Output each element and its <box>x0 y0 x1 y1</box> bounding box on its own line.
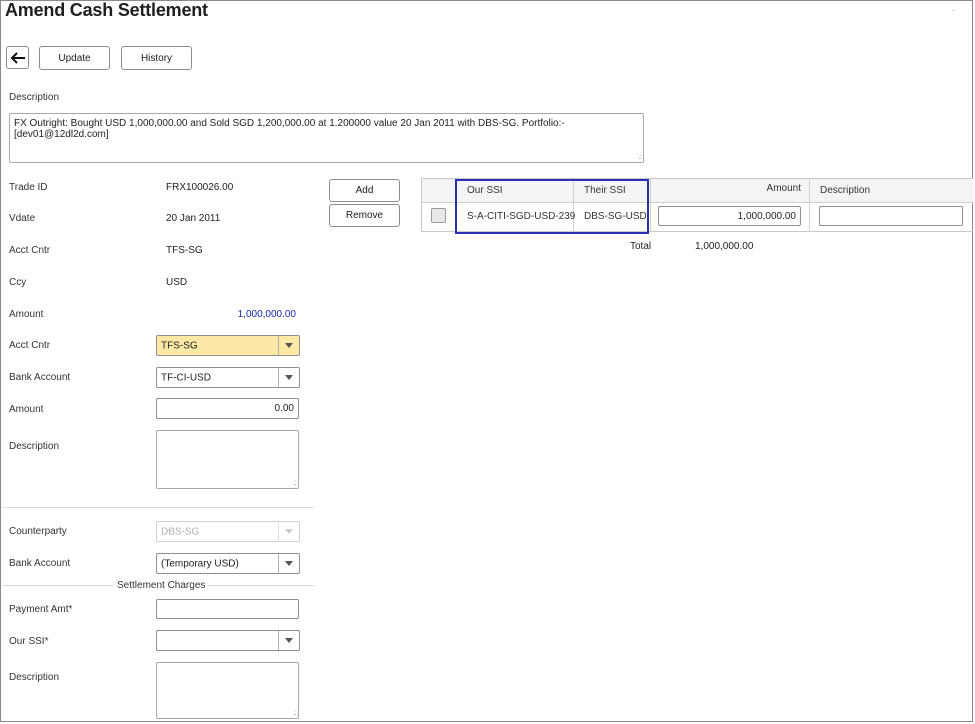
chevron-down-icon <box>278 522 299 541</box>
description-label: Description <box>9 92 60 103</box>
corner-marker: . <box>952 4 955 13</box>
description-textarea[interactable]: FX Outright: Bought USD 1,000,000.00 and… <box>9 113 644 163</box>
our-acct-cntr-selected: TFS-SG <box>161 340 198 351</box>
trade-amount-label: Amount <box>9 309 44 320</box>
ccy-label: Ccy <box>9 277 27 288</box>
charges-our-ssi-label: Our SSI* <box>9 636 49 647</box>
counterparty-selected: DBS-SG <box>161 526 200 537</box>
resize-grip-icon[interactable]: .: <box>294 708 298 717</box>
our-description-label: Description <box>9 441 60 452</box>
chevron-down-icon[interactable] <box>278 554 299 573</box>
header-description[interactable]: Description <box>820 185 870 196</box>
history-button[interactable]: History <box>121 46 192 70</box>
trade-id-value: FRX100026.00 <box>166 182 234 193</box>
resize-grip-icon[interactable]: .: <box>294 478 298 487</box>
our-bank-account-label: Bank Account <box>9 372 71 383</box>
counterparty-select: DBS-SG <box>156 521 300 542</box>
remove-button[interactable]: Remove <box>329 204 400 227</box>
acct-cntr-value: TFS-SG <box>166 245 203 256</box>
counterparty-label: Counterparty <box>9 526 67 537</box>
ssi-highlight-box <box>455 179 649 234</box>
trade-id-label: Trade ID <box>9 182 48 193</box>
section-divider <box>2 507 314 508</box>
column-divider <box>809 179 810 232</box>
our-amount-label: Amount <box>9 404 44 415</box>
header-amount[interactable]: Amount <box>662 183 801 194</box>
our-amount-input[interactable]: 0.00 <box>156 398 299 419</box>
payment-amt-input[interactable] <box>156 599 299 619</box>
resize-grip-icon[interactable]: .: <box>639 152 643 161</box>
our-bank-account-select[interactable]: TF-CI-USD <box>156 367 300 388</box>
row-amount-input[interactable]: 1,000,000.00 <box>658 206 801 226</box>
vdate-value: 20 Jan 2011 <box>166 213 221 224</box>
back-button[interactable] <box>6 46 29 69</box>
payment-amt-label: Payment Amt* <box>9 604 73 615</box>
cpty-bank-account-selected: (Temporary USD) <box>161 558 239 569</box>
our-bank-account-selected: TF-CI-USD <box>161 372 211 383</box>
acct-cntr-label: Acct Cntr <box>9 245 51 256</box>
our-description-textarea[interactable]: .: <box>156 430 299 489</box>
cpty-bank-account-select[interactable]: (Temporary USD) <box>156 553 300 574</box>
chevron-down-icon[interactable] <box>278 368 299 387</box>
trade-amount-value: 1,000,000.00 <box>237 309 296 320</box>
total-value: 1,000,000.00 <box>695 241 754 252</box>
chevron-down-icon[interactable] <box>278 631 299 650</box>
description-text: FX Outright: Bought USD 1,000,000.00 and… <box>14 118 565 140</box>
total-label: Total <box>630 241 652 252</box>
arrow-left-icon <box>10 51 25 64</box>
column-divider <box>650 179 651 232</box>
add-button[interactable]: Add <box>329 179 400 202</box>
our-acct-cntr-select[interactable]: TFS-SG <box>156 335 300 356</box>
window-frame <box>0 0 973 722</box>
vdate-label: Vdate <box>9 213 36 224</box>
update-button[interactable]: Update <box>39 46 110 70</box>
our-acct-cntr-label: Acct Cntr <box>9 340 51 351</box>
charges-description-label: Description <box>9 672 60 683</box>
row-description-input[interactable] <box>819 206 963 226</box>
ccy-value: USD <box>166 277 188 288</box>
settlement-charges-heading: Settlement Charges <box>113 580 210 591</box>
row-select-checkbox[interactable] <box>431 208 446 223</box>
charges-our-ssi-select[interactable] <box>156 630 300 651</box>
page-title: Amend Cash Settlement <box>5 0 208 20</box>
chevron-down-icon[interactable] <box>278 336 299 355</box>
cpty-bank-account-label: Bank Account <box>9 558 71 569</box>
charges-description-textarea[interactable]: .: <box>156 662 299 719</box>
